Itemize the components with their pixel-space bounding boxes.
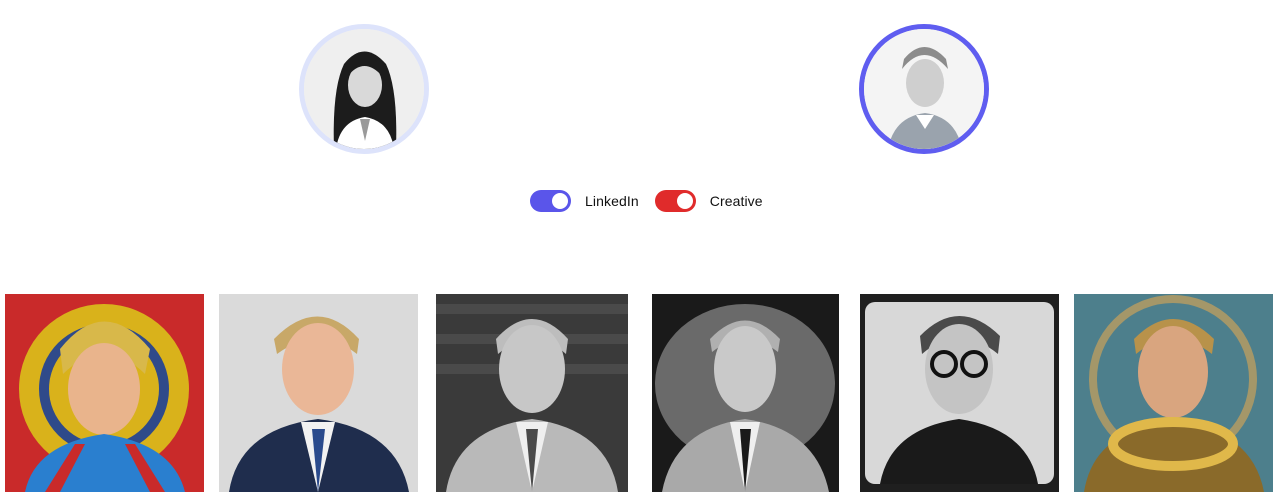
- toggle-knob: [552, 193, 568, 209]
- gallery-image-fantasy[interactable]: [1074, 294, 1273, 492]
- linkedin-toggle-label: LinkedIn: [585, 193, 639, 209]
- creative-toggle[interactable]: [654, 190, 696, 212]
- avatar-left: [299, 24, 429, 154]
- gallery-image-bw-dramatic[interactable]: [652, 294, 839, 492]
- gallery-image-color-professional[interactable]: [219, 294, 418, 492]
- gallery-image-bw-glasses[interactable]: [860, 294, 1059, 492]
- style-toggles: LinkedIn Creative: [530, 190, 779, 212]
- portrait-woman-image: [304, 29, 424, 149]
- linkedin-toggle[interactable]: [530, 190, 571, 212]
- avatar-right: [859, 24, 989, 154]
- gallery-image-bw-professional[interactable]: [436, 294, 628, 492]
- portrait-man-image: [864, 29, 984, 149]
- toggle-knob: [676, 193, 693, 209]
- creative-toggle-label: Creative: [709, 193, 763, 209]
- gallery-image-comic[interactable]: [5, 294, 204, 492]
